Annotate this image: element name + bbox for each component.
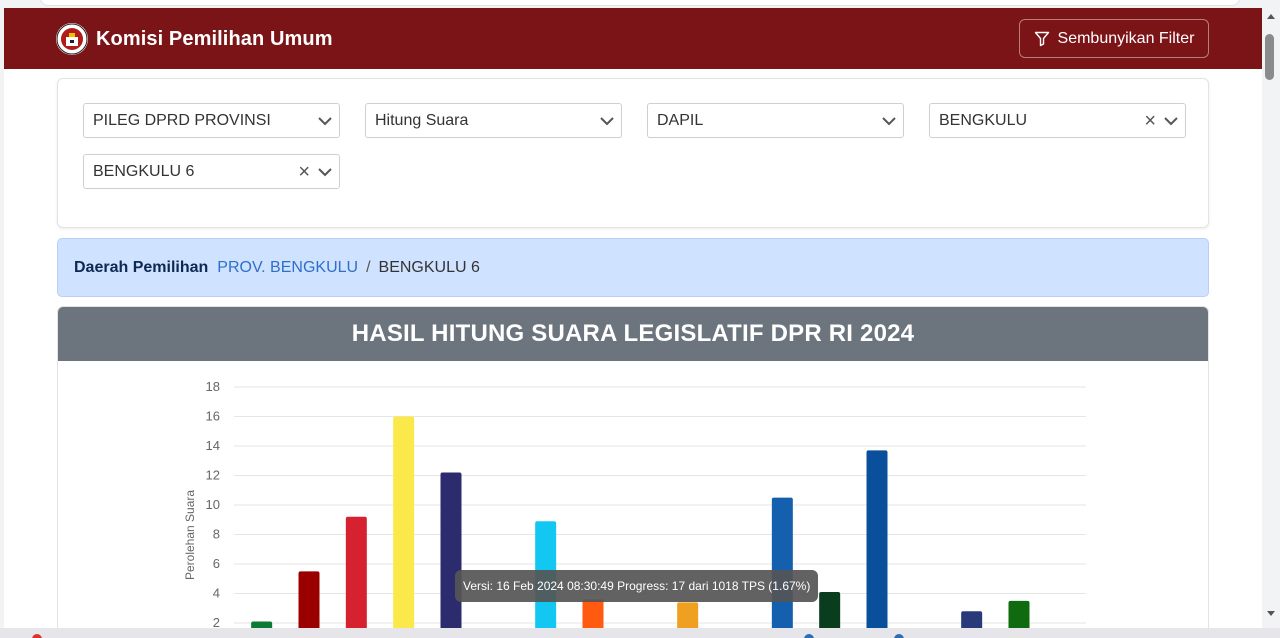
brand[interactable]: Komisi Pemilihan Umum bbox=[56, 23, 333, 55]
chevron-down-icon bbox=[318, 117, 332, 126]
breadcrumb-label: Daerah Pemilihan bbox=[74, 258, 209, 276]
breadcrumb-separator: / bbox=[366, 258, 371, 276]
navbar: Komisi Pemilihan Umum Sembunyikan Filter bbox=[4, 8, 1262, 69]
y-tick-label: 16 bbox=[206, 409, 220, 424]
scroll-up-icon[interactable] bbox=[1266, 12, 1276, 20]
hide-filter-label: Sembunyikan Filter bbox=[1057, 29, 1195, 47]
scroll-down-icon[interactable] bbox=[1266, 610, 1276, 618]
y-tick-label: 6 bbox=[213, 556, 220, 571]
scroll-thumb[interactable] bbox=[1265, 34, 1274, 80]
chart-bar bbox=[677, 602, 699, 628]
election-type-select[interactable]: PILEG DPRD PROVINSI bbox=[83, 103, 340, 138]
address-bar bbox=[40, 0, 1240, 6]
chart-bar bbox=[961, 611, 983, 628]
y-tick-label: 12 bbox=[206, 468, 220, 483]
chart-bar bbox=[298, 571, 320, 628]
taskbar-icon bbox=[804, 634, 814, 638]
clear-icon[interactable]: × bbox=[298, 156, 310, 189]
taskbar-strip bbox=[0, 628, 1280, 638]
chevron-down-icon bbox=[318, 168, 332, 177]
filter-card: PILEG DPRD PROVINSI Hitung Suara DAPIL B… bbox=[57, 78, 1209, 228]
taskbar-icon bbox=[32, 634, 42, 638]
count-type-value: Hitung Suara bbox=[375, 112, 469, 129]
clear-icon[interactable]: × bbox=[1144, 105, 1156, 138]
province-select[interactable]: BENGKULU × bbox=[929, 103, 1186, 138]
chart-bar bbox=[393, 416, 415, 628]
brand-title: Komisi Pemilihan Umum bbox=[96, 27, 333, 50]
chart-bar bbox=[582, 599, 604, 628]
kpu-logo-icon bbox=[56, 23, 88, 55]
count-type-select[interactable]: Hitung Suara bbox=[365, 103, 622, 138]
election-type-value: PILEG DPRD PROVINSI bbox=[93, 112, 271, 129]
taskbar-icon bbox=[894, 634, 904, 638]
district-select[interactable]: BENGKULU 6 × bbox=[83, 154, 340, 189]
page: Komisi Pemilihan Umum Sembunyikan Filter… bbox=[4, 8, 1262, 628]
y-tick-label: 8 bbox=[213, 527, 220, 542]
level-value: DAPIL bbox=[657, 112, 704, 129]
chart-bar bbox=[1008, 600, 1030, 628]
chart-bar bbox=[440, 472, 462, 628]
chevron-down-icon bbox=[1164, 117, 1178, 126]
breadcrumb-current: BENGKULU 6 bbox=[378, 258, 480, 276]
breadcrumb: Daerah Pemilihan PROV. BENGKULU / BENGKU… bbox=[57, 238, 1209, 297]
y-tick-label: 18 bbox=[206, 379, 220, 394]
chart-tooltip: Versi: 16 Feb 2024 08:30:49 Progress: 17… bbox=[455, 570, 819, 602]
chart-bar bbox=[345, 516, 367, 628]
y-tick-label: 4 bbox=[213, 586, 220, 601]
chart-bar bbox=[866, 450, 888, 628]
filter-icon bbox=[1034, 31, 1049, 46]
chevron-down-icon bbox=[600, 117, 614, 126]
chart-title: HASIL HITUNG SUARA LEGISLATIF DPR RI 202… bbox=[58, 307, 1208, 361]
district-value: BENGKULU 6 bbox=[93, 163, 195, 180]
y-axis-label: Perolehan Suara bbox=[183, 490, 197, 580]
chevron-down-icon bbox=[882, 117, 896, 126]
browser-top-strip bbox=[0, 0, 1262, 8]
y-tick-label: 14 bbox=[206, 438, 220, 453]
scrollbar[interactable] bbox=[1262, 8, 1280, 628]
y-tick-label: 10 bbox=[206, 497, 220, 512]
province-value: BENGKULU bbox=[939, 112, 1028, 129]
y-tick-label: 2 bbox=[213, 615, 220, 628]
hide-filter-button[interactable]: Sembunyikan Filter bbox=[1019, 19, 1209, 58]
breadcrumb-link-province[interactable]: PROV. BENGKULU bbox=[217, 259, 358, 277]
chart-bar bbox=[771, 497, 793, 628]
level-select[interactable]: DAPIL bbox=[647, 103, 904, 138]
chart-bar bbox=[819, 592, 841, 628]
